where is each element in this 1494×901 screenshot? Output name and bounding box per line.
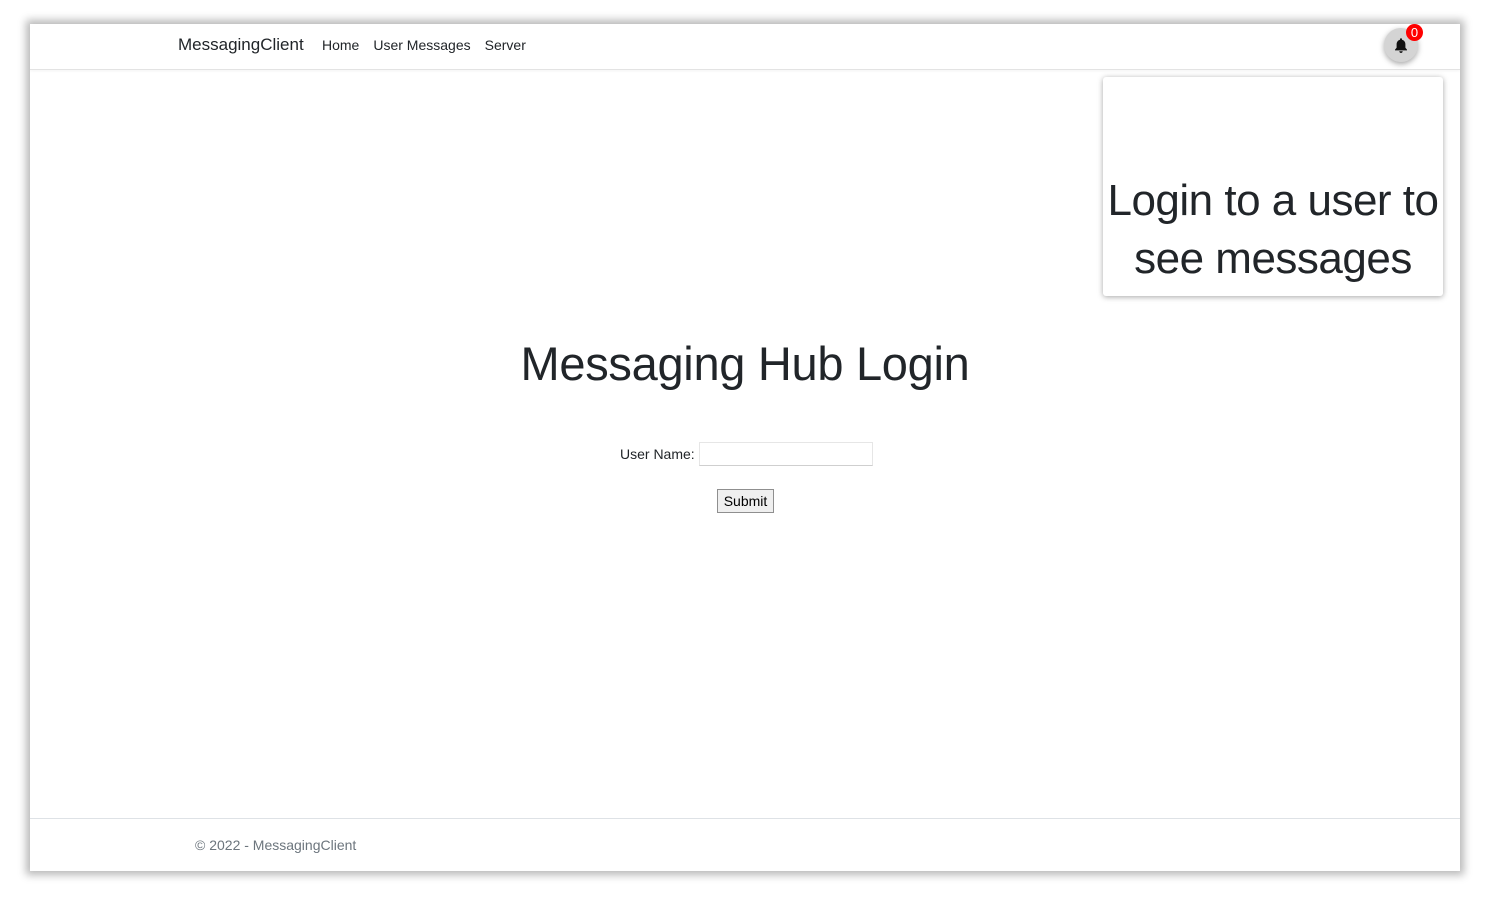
page-title: Messaging Hub Login bbox=[520, 337, 970, 390]
brand-link[interactable]: MessagingClient bbox=[178, 35, 304, 55]
submit-button[interactable]: Submit bbox=[717, 489, 774, 513]
browser-page: MessagingClient Home User Messages Serve… bbox=[30, 24, 1460, 871]
username-row: User Name: bbox=[620, 442, 873, 466]
username-input[interactable] bbox=[698, 442, 873, 466]
notification-popup: Login to a user to see messages bbox=[1103, 77, 1443, 296]
popup-message: Login to a user to see messages bbox=[1107, 176, 1439, 283]
bell-icon bbox=[1395, 38, 1407, 53]
nav-links: Home User Messages Server bbox=[322, 37, 540, 53]
nav-link-server[interactable]: Server bbox=[485, 37, 526, 53]
footer-copyright: © 2022 - MessagingClient bbox=[195, 837, 357, 853]
notification-count-badge: 0 bbox=[1406, 24, 1423, 41]
username-label: User Name: bbox=[620, 446, 695, 462]
footer: © 2022 - MessagingClient bbox=[30, 818, 1460, 871]
nav-link-user-messages[interactable]: User Messages bbox=[373, 37, 470, 53]
navbar: MessagingClient Home User Messages Serve… bbox=[30, 24, 1460, 70]
nav-link-home[interactable]: Home bbox=[322, 37, 359, 53]
